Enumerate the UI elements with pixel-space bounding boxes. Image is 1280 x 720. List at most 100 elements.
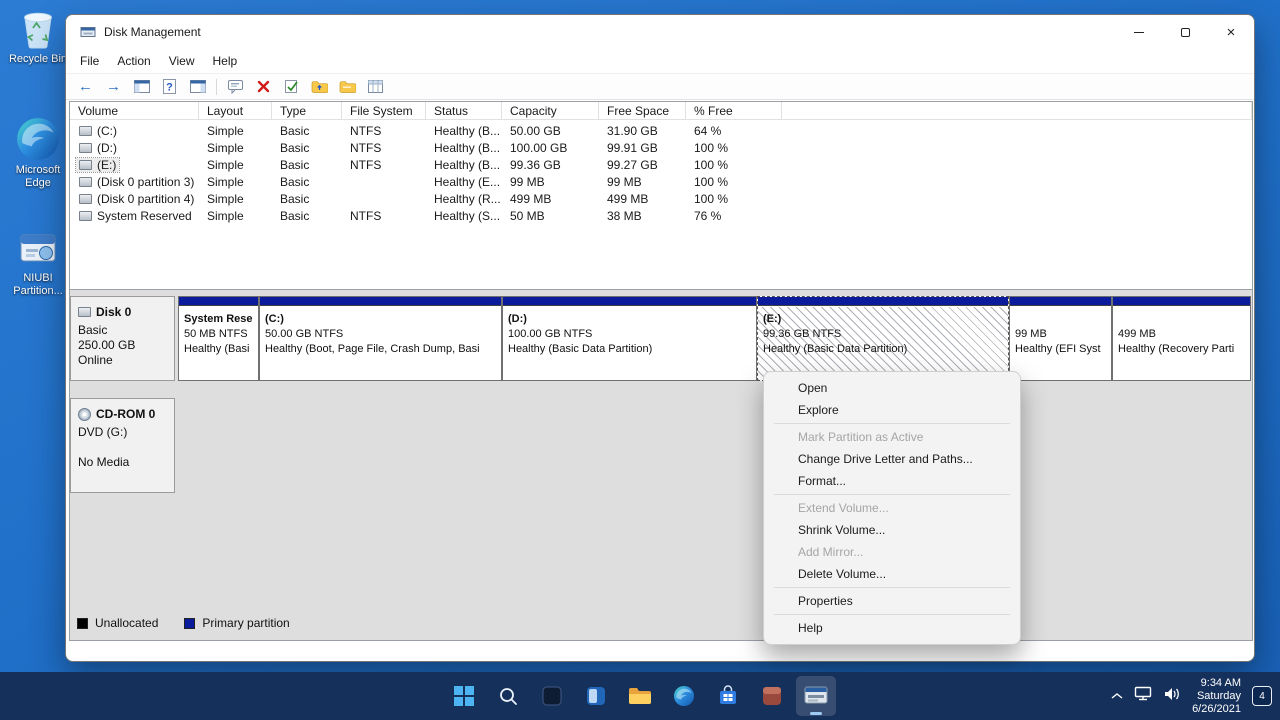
widgets-button[interactable]: [576, 676, 616, 716]
column-header-file-system[interactable]: File System: [342, 102, 426, 120]
volume-row-partition-4[interactable]: (Disk 0 partition 4) Simple Basic Health…: [70, 191, 1252, 208]
menu-file[interactable]: File: [71, 50, 108, 72]
drive-icon: [79, 194, 92, 204]
task-view-button[interactable]: [532, 676, 572, 716]
file-explorer-button[interactable]: [620, 676, 660, 716]
start-button[interactable]: [444, 676, 484, 716]
cell-pct-free: 100 %: [686, 140, 782, 157]
app-box-icon: [761, 685, 783, 707]
partition-e-selected[interactable]: (E:) 99.36 GB NTFS Healthy (Basic Data P…: [757, 296, 1009, 381]
cell-capacity: 50.00 GB: [502, 123, 599, 140]
partition-system-reserved[interactable]: System Rese 50 MB NTFS Healthy (Basi: [178, 296, 259, 381]
menu-item-mark-partition-active: Mark Partition as Active: [764, 426, 1020, 448]
partition-title: (C:): [265, 312, 501, 327]
column-header-volume[interactable]: Volume: [70, 102, 199, 120]
menu-item-properties[interactable]: Properties: [764, 590, 1020, 612]
menu-item-explore[interactable]: Explore: [764, 399, 1020, 421]
cell-type: Basic: [272, 123, 342, 140]
search-button[interactable]: [488, 676, 528, 716]
menu-item-help[interactable]: Help: [764, 617, 1020, 639]
tray-chevron-button[interactable]: [1111, 687, 1123, 705]
menu-item-delete-volume[interactable]: Delete Volume...: [764, 563, 1020, 585]
partition-size: 50.00 GB NTFS: [265, 327, 501, 342]
folder-icon: [628, 686, 652, 706]
desktop-icon-microsoft-edge[interactable]: Microsoft Edge: [5, 116, 71, 190]
partition-d[interactable]: (D:) 100.00 GB NTFS Healthy (Basic Data …: [502, 296, 757, 381]
edge-button[interactable]: [664, 676, 704, 716]
action-pane-button[interactable]: [188, 77, 207, 96]
partition-c[interactable]: (C:) 50.00 GB NTFS Healthy (Boot, Page F…: [259, 296, 502, 381]
window-panes-icon: [134, 80, 150, 93]
notification-center-button[interactable]: 4: [1252, 686, 1272, 706]
volume-button[interactable]: [1163, 686, 1181, 707]
column-header-type[interactable]: Type: [272, 102, 342, 120]
unallocated-swatch: [77, 618, 88, 629]
check-button[interactable]: [282, 77, 301, 96]
maximize-button[interactable]: [1162, 15, 1208, 49]
primary-partition-color-bar: [260, 297, 501, 306]
partition-app-button[interactable]: [752, 676, 792, 716]
cdrom-0-header[interactable]: CD-ROM 0 DVD (G:) No Media: [70, 398, 175, 493]
column-header-capacity[interactable]: Capacity: [502, 102, 599, 120]
dialog-button[interactable]: [226, 77, 245, 96]
column-header-pct-free[interactable]: % Free: [686, 102, 782, 120]
partition-recovery[interactable]: 499 MB Healthy (Recovery Parti: [1112, 296, 1251, 381]
cell-volume: (Disk 0 partition 3): [70, 174, 199, 191]
menu-separator: [774, 494, 1010, 495]
volume-row-c[interactable]: (C:) Simple Basic NTFS Healthy (B... 50.…: [70, 123, 1252, 140]
partition-status: Healthy (Basic Data Partition): [508, 342, 756, 357]
menu-action[interactable]: Action: [108, 50, 159, 72]
menu-item-format[interactable]: Format...: [764, 470, 1020, 492]
partition-status: Healthy (EFI Syst: [1015, 342, 1111, 357]
primary-partition-color-bar: [1113, 297, 1250, 306]
grid-icon: [368, 80, 383, 93]
console-tree-button[interactable]: [132, 77, 151, 96]
menu-bar: File Action View Help: [66, 49, 1254, 73]
red-x-button[interactable]: [254, 77, 273, 96]
partition-title: System Rese: [184, 312, 258, 327]
disk-0-header[interactable]: Disk 0 Basic 250.00 GB Online: [70, 296, 175, 381]
cell-type: Basic: [272, 140, 342, 157]
menu-help[interactable]: Help: [204, 50, 247, 72]
volume-row-partition-3[interactable]: (Disk 0 partition 3) Simple Basic Health…: [70, 174, 1252, 191]
cell-free-space: 99.27 GB: [599, 157, 686, 174]
menu-view[interactable]: View: [160, 50, 204, 72]
column-header-status[interactable]: Status: [426, 102, 502, 120]
cell-status: Healthy (R...: [426, 191, 502, 208]
cell-free-space: 38 MB: [599, 208, 686, 225]
toolbar-separator: [216, 79, 217, 95]
desktop-icon-niubi-partition[interactable]: NIUBI Partition...: [5, 226, 71, 298]
minimize-button[interactable]: [1116, 15, 1162, 49]
volume-row-system-reserved[interactable]: System Reserved Simple Basic NTFS Health…: [70, 208, 1252, 225]
desktop-icon-recycle-bin[interactable]: Recycle Bin: [5, 5, 71, 66]
column-header-free-space[interactable]: Free Space: [599, 102, 686, 120]
question-doc-icon: ?: [163, 79, 176, 94]
menu-item-open[interactable]: Open: [764, 377, 1020, 399]
desktop: Recycle Bin Microsoft Edge NIUBI Partiti…: [0, 0, 1280, 720]
disk-management-app-icon: [80, 24, 96, 40]
help-button[interactable]: ?: [160, 77, 179, 96]
store-button[interactable]: [708, 676, 748, 716]
forward-button[interactable]: →: [104, 77, 123, 96]
menu-item-shrink-volume[interactable]: Shrink Volume...: [764, 519, 1020, 541]
volume-row-d[interactable]: (D:) Simple Basic NTFS Healthy (B... 100…: [70, 140, 1252, 157]
clock[interactable]: 9:34 AM Saturday 6/26/2021: [1192, 677, 1241, 716]
folder-button[interactable]: [338, 77, 357, 96]
title-bar[interactable]: Disk Management ×: [66, 15, 1254, 49]
folder-up-button[interactable]: [310, 77, 329, 96]
menu-item-change-drive-letter[interactable]: Change Drive Letter and Paths...: [764, 448, 1020, 470]
partition-efi[interactable]: 99 MB Healthy (EFI Syst: [1009, 296, 1112, 381]
speaker-icon: [1163, 686, 1181, 702]
close-button[interactable]: ×: [1208, 15, 1254, 49]
network-button[interactable]: [1134, 686, 1152, 706]
column-header-layout[interactable]: Layout: [199, 102, 272, 120]
close-icon: ×: [1227, 25, 1236, 40]
volume-row-e[interactable]: (E:) Simple Basic NTFS Healthy (B... 99.…: [70, 157, 1252, 174]
volume-list-pane: Volume Layout Type File System Status Ca…: [70, 102, 1252, 289]
disk-management-button[interactable]: [796, 676, 836, 716]
grid-button[interactable]: [366, 77, 385, 96]
cell-file-system: [342, 174, 426, 191]
clock-weekday: Saturday: [1192, 690, 1241, 703]
dialog-window-icon: [228, 80, 243, 94]
back-button[interactable]: ←: [76, 77, 95, 96]
